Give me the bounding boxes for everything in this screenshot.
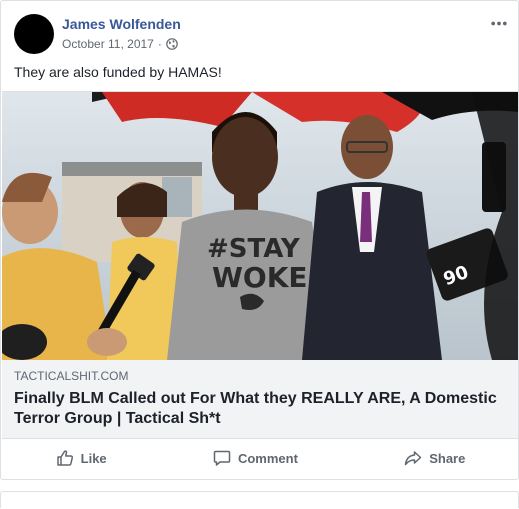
post-date[interactable]: October 11, 2017 [62,37,154,51]
next-post-edge [0,491,519,508]
like-button[interactable]: Like [37,442,125,474]
comment-label: Comment [237,450,298,466]
link-headline[interactable]: Finally BLM Called out For What they REA… [14,389,506,429]
speech-bubble-icon [213,450,231,466]
like-label: Like [80,450,107,466]
link-preview[interactable]: #STAY WOKE 90 TACTICALSHIT.COM Finally B… [2,91,518,439]
link-info[interactable]: TACTICALSHIT.COM Finally BLM Called out … [14,369,506,429]
svg-text:#STAY: #STAY [207,234,301,264]
globe-icon[interactable] [166,38,178,50]
post-text: They are also funded by HAMAS! [14,64,222,80]
post-card: James Wolfenden October 11, 2017 · They … [0,0,519,480]
share-label: Share [429,450,466,466]
avatar[interactable] [14,14,54,54]
comment-button[interactable]: Comment [194,442,316,474]
svg-text:WOKE: WOKE [212,261,308,294]
thumbs-up-icon [56,450,73,466]
link-domain: TACTICALSHIT.COM [14,369,129,383]
more-options-icon[interactable] [488,13,510,33]
share-arrow-icon [404,451,422,466]
post-meta: October 11, 2017 · [62,37,178,51]
meta-separator: · [157,37,162,51]
author-name[interactable]: James Wolfenden [62,16,181,32]
post-actions: Like Comment Share [2,438,518,478]
link-preview-image[interactable]: #STAY WOKE 90 [2,92,518,360]
share-button[interactable]: Share [385,442,483,474]
